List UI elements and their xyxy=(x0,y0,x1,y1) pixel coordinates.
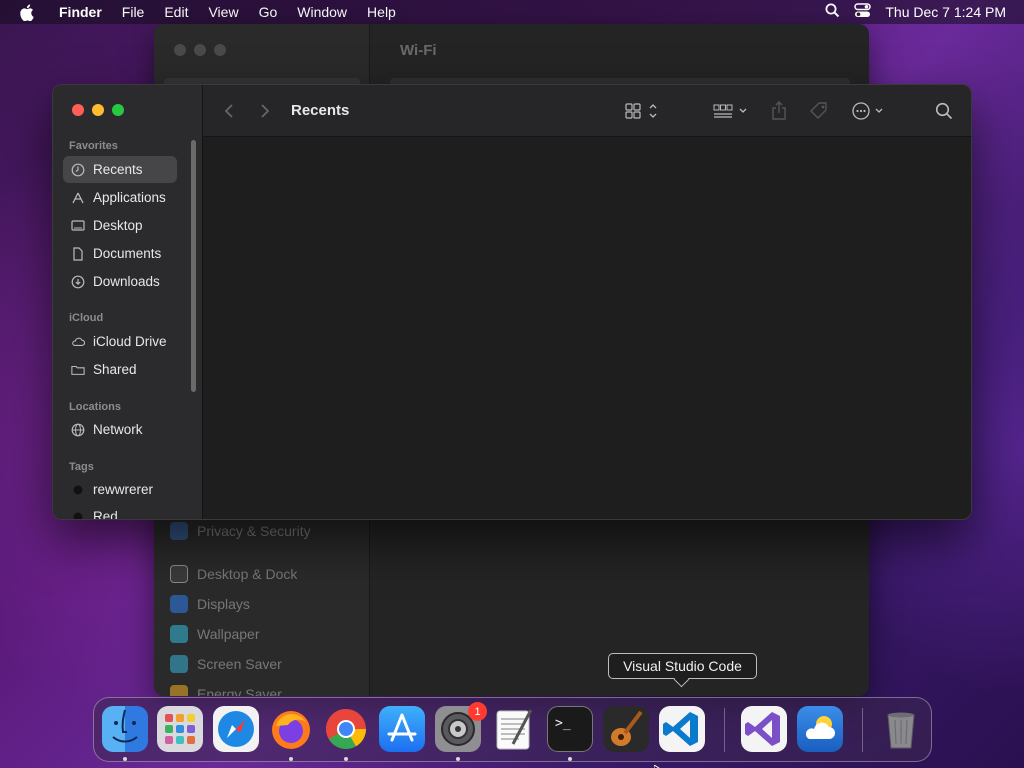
running-indicator xyxy=(344,757,348,761)
dock-terminal-icon[interactable]: >_ xyxy=(547,706,593,752)
sidebar-header-tags: Tags xyxy=(69,461,94,473)
menu-view[interactable]: View xyxy=(198,0,248,24)
dock-app-store-icon[interactable] xyxy=(379,706,425,752)
finder-content-area[interactable] xyxy=(203,138,971,519)
sidebar-scrollbar[interactable] xyxy=(191,140,196,392)
menu-file[interactable]: File xyxy=(112,0,155,24)
dock-finder-icon[interactable] xyxy=(102,706,148,752)
menu-edit[interactable]: Edit xyxy=(154,0,198,24)
cloud-icon xyxy=(71,335,85,349)
dock-garageband-icon[interactable] xyxy=(603,706,649,752)
share-icon[interactable] xyxy=(771,101,787,121)
menu-app-name[interactable]: Finder xyxy=(49,0,112,24)
menu-bar: Finder File Edit View Go Window Help Thu… xyxy=(0,0,1024,24)
dock-tooltip: Visual Studio Code xyxy=(608,653,757,679)
menu-window[interactable]: Window xyxy=(287,0,357,24)
view-mode-button[interactable] xyxy=(625,101,659,121)
svg-text:>_: >_ xyxy=(555,716,571,731)
zoom-button[interactable] xyxy=(112,104,124,116)
energy-saver-icon xyxy=(170,685,188,696)
sidebar-header-icloud: iCloud xyxy=(69,312,104,324)
system-settings-window-controls xyxy=(174,44,226,56)
notification-badge: 1 xyxy=(468,702,487,721)
settings-item-desktop-dock[interactable]: Desktop & Dock xyxy=(170,559,360,589)
spotlight-search-icon[interactable] xyxy=(825,3,840,21)
settings-item-energy-saver[interactable]: Energy Saver xyxy=(170,679,360,696)
tag-dot-icon xyxy=(71,510,85,519)
finder-window: Favorites Recents Applications Desktop D… xyxy=(52,84,972,520)
sidebar-item-applications[interactable]: Applications xyxy=(63,184,177,211)
sidebar-item-downloads[interactable]: Downloads xyxy=(63,268,177,295)
applications-icon xyxy=(71,191,85,205)
desktop-icon xyxy=(71,219,85,233)
sidebar-item-tag-red[interactable]: Red xyxy=(63,503,177,519)
running-indicator xyxy=(289,757,293,761)
dock-vscode-icon[interactable] xyxy=(659,706,705,752)
menu-go[interactable]: Go xyxy=(249,0,288,24)
forward-button[interactable] xyxy=(259,101,271,121)
sidebar-header-favorites: Favorites xyxy=(69,140,118,152)
sidebar-item-desktop[interactable]: Desktop xyxy=(63,212,177,239)
privacy-icon xyxy=(170,522,188,540)
sidebar-item-network[interactable]: Network xyxy=(63,416,177,443)
desktop-dock-icon xyxy=(170,565,188,583)
dock: >_ xyxy=(93,697,932,762)
clock-icon xyxy=(71,163,85,177)
menu-clock[interactable]: Thu Dec 7 1:24 PM xyxy=(885,4,1006,20)
dock-separator xyxy=(724,708,725,752)
dock-weather-icon[interactable] xyxy=(797,706,843,752)
settings-item-wallpaper[interactable]: Wallpaper xyxy=(170,619,360,649)
dock-trash-icon[interactable] xyxy=(878,706,924,752)
group-by-button[interactable] xyxy=(713,101,749,121)
wallpaper-icon xyxy=(170,625,188,643)
sidebar-item-icloud-drive[interactable]: iCloud Drive xyxy=(63,328,177,355)
search-icon[interactable] xyxy=(935,101,953,121)
system-settings-list: Privacy & Security Desktop & Dock Displa… xyxy=(170,516,360,696)
finder-toolbar: Recents xyxy=(203,85,971,137)
dock-safari-icon[interactable] xyxy=(213,706,259,752)
settings-item-screen-saver[interactable]: Screen Saver xyxy=(170,649,360,679)
dock-chrome-icon[interactable] xyxy=(323,706,369,752)
mouse-cursor-icon xyxy=(653,760,663,768)
displays-icon xyxy=(170,595,188,613)
dock-launchpad-icon[interactable] xyxy=(157,706,203,752)
tag-dot-icon xyxy=(71,483,85,497)
sidebar-item-recents[interactable]: Recents xyxy=(63,156,177,183)
menu-help[interactable]: Help xyxy=(357,0,406,24)
apple-menu-icon[interactable] xyxy=(17,3,35,21)
screen-saver-icon xyxy=(170,655,188,673)
system-settings-pane-title: Wi-Fi xyxy=(400,42,437,59)
more-actions-button[interactable] xyxy=(851,101,887,121)
dock-textedit-icon[interactable] xyxy=(491,706,537,752)
sidebar-header-locations: Locations xyxy=(69,401,121,413)
control-center-icon[interactable] xyxy=(854,3,872,21)
globe-icon xyxy=(71,423,85,437)
close-button[interactable] xyxy=(72,104,84,116)
minimize-button[interactable] xyxy=(92,104,104,116)
running-indicator xyxy=(568,757,572,761)
dock-separator xyxy=(862,708,863,752)
finder-sidebar: Favorites Recents Applications Desktop D… xyxy=(53,85,203,519)
dock-visual-studio-icon[interactable] xyxy=(741,706,787,752)
settings-item-displays[interactable]: Displays xyxy=(170,589,360,619)
document-icon xyxy=(71,246,85,261)
sidebar-item-documents[interactable]: Documents xyxy=(63,240,177,267)
running-indicator xyxy=(123,757,127,761)
sidebar-item-tag-rewwrerer[interactable]: rewwrerer xyxy=(63,476,177,503)
sidebar-item-shared[interactable]: Shared xyxy=(63,356,177,383)
settings-item-privacy-security[interactable]: Privacy & Security xyxy=(170,516,360,546)
dock-firefox-icon[interactable] xyxy=(268,706,314,752)
shared-folder-icon xyxy=(71,363,85,377)
download-icon xyxy=(71,275,85,289)
window-title: Recents xyxy=(291,102,350,119)
window-controls xyxy=(72,104,124,116)
running-indicator xyxy=(456,757,460,761)
back-button[interactable] xyxy=(223,101,235,121)
tag-icon[interactable] xyxy=(809,101,829,121)
